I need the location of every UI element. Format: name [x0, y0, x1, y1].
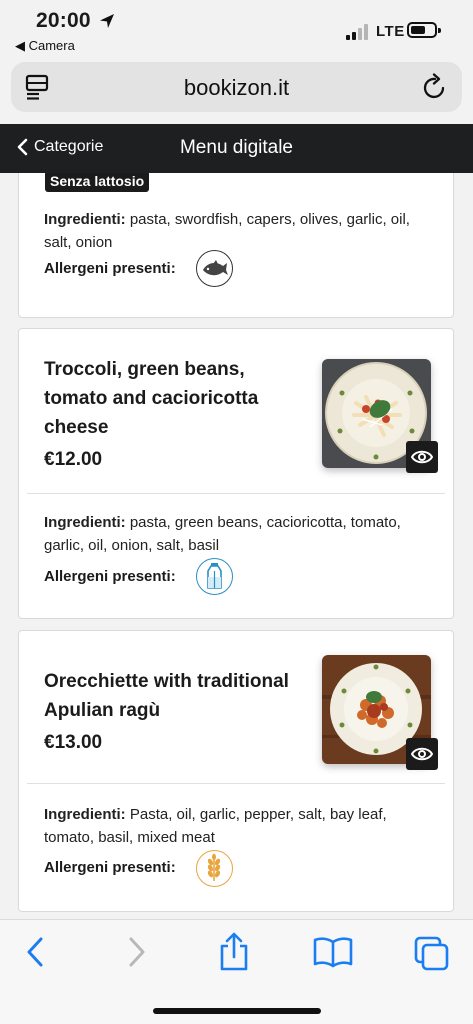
dish-name: Orecchiette with traditional Apulian rag…: [44, 671, 289, 721]
menu-item-card[interactable]: Senza lattosio Ingredienti: pasta, sword…: [18, 173, 454, 318]
menu-item-card[interactable]: Orecchiette with traditional Apulian rag…: [18, 630, 454, 912]
ingredients-text: Ingredienti: pasta, swordfish, capers, o…: [44, 211, 410, 251]
menu-item-card[interactable]: Troccoli, green beans, tomato and cacior…: [18, 328, 454, 619]
url-text[interactable]: bookizon.it: [11, 75, 462, 101]
ingredients-text: Ingredienti: pasta, green beans, caciori…: [44, 514, 401, 554]
app-header: Categorie Menu digitale: [0, 124, 473, 173]
fish-icon: [196, 250, 233, 287]
allergens-label: Allergeni presenti:: [44, 260, 176, 277]
milk-icon: [196, 558, 233, 595]
eye-icon: [411, 450, 433, 464]
allergens-label: Allergeni presenti:: [44, 859, 176, 876]
signal-strength-icon: [346, 24, 368, 40]
ingredients-text: Ingredienti: Pasta, oil, garlic, pepper,…: [44, 806, 387, 846]
status-time: 20:00: [36, 9, 91, 32]
dish-price: €12.00: [44, 449, 103, 470]
network-type: LTE: [376, 23, 405, 40]
menu-list[interactable]: Senza lattosio Ingredienti: pasta, sword…: [0, 173, 473, 919]
forward-arrow-icon[interactable]: [126, 936, 148, 968]
tabs-icon[interactable]: [414, 936, 450, 972]
view-photo-button[interactable]: [406, 738, 438, 770]
allergens-label: Allergeni presenti:: [44, 568, 176, 585]
divider: [27, 783, 445, 784]
page-title: Menu digitale: [179, 137, 294, 158]
lactose-free-badge: Senza lattosio: [45, 173, 150, 192]
location-arrow-icon: [100, 14, 114, 28]
share-icon[interactable]: [216, 932, 252, 972]
battery-icon: [407, 22, 441, 38]
eye-icon: [411, 747, 433, 761]
wheat-icon: [196, 850, 233, 887]
home-indicator: [153, 1008, 321, 1014]
bookmarks-icon[interactable]: [313, 936, 353, 968]
back-arrow-icon[interactable]: [24, 936, 46, 968]
back-to-app-link[interactable]: ◀ Camera: [15, 38, 75, 54]
reload-icon[interactable]: [422, 73, 448, 101]
dish-name: Troccoli, green beans, tomato and cacior…: [44, 359, 259, 438]
status-bar: 20:00 ◀ Camera LTE: [0, 0, 473, 56]
divider: [27, 493, 445, 494]
dish-price: €13.00: [44, 732, 103, 753]
view-photo-button[interactable]: [406, 441, 438, 473]
address-bar[interactable]: bookizon.it: [11, 62, 462, 112]
